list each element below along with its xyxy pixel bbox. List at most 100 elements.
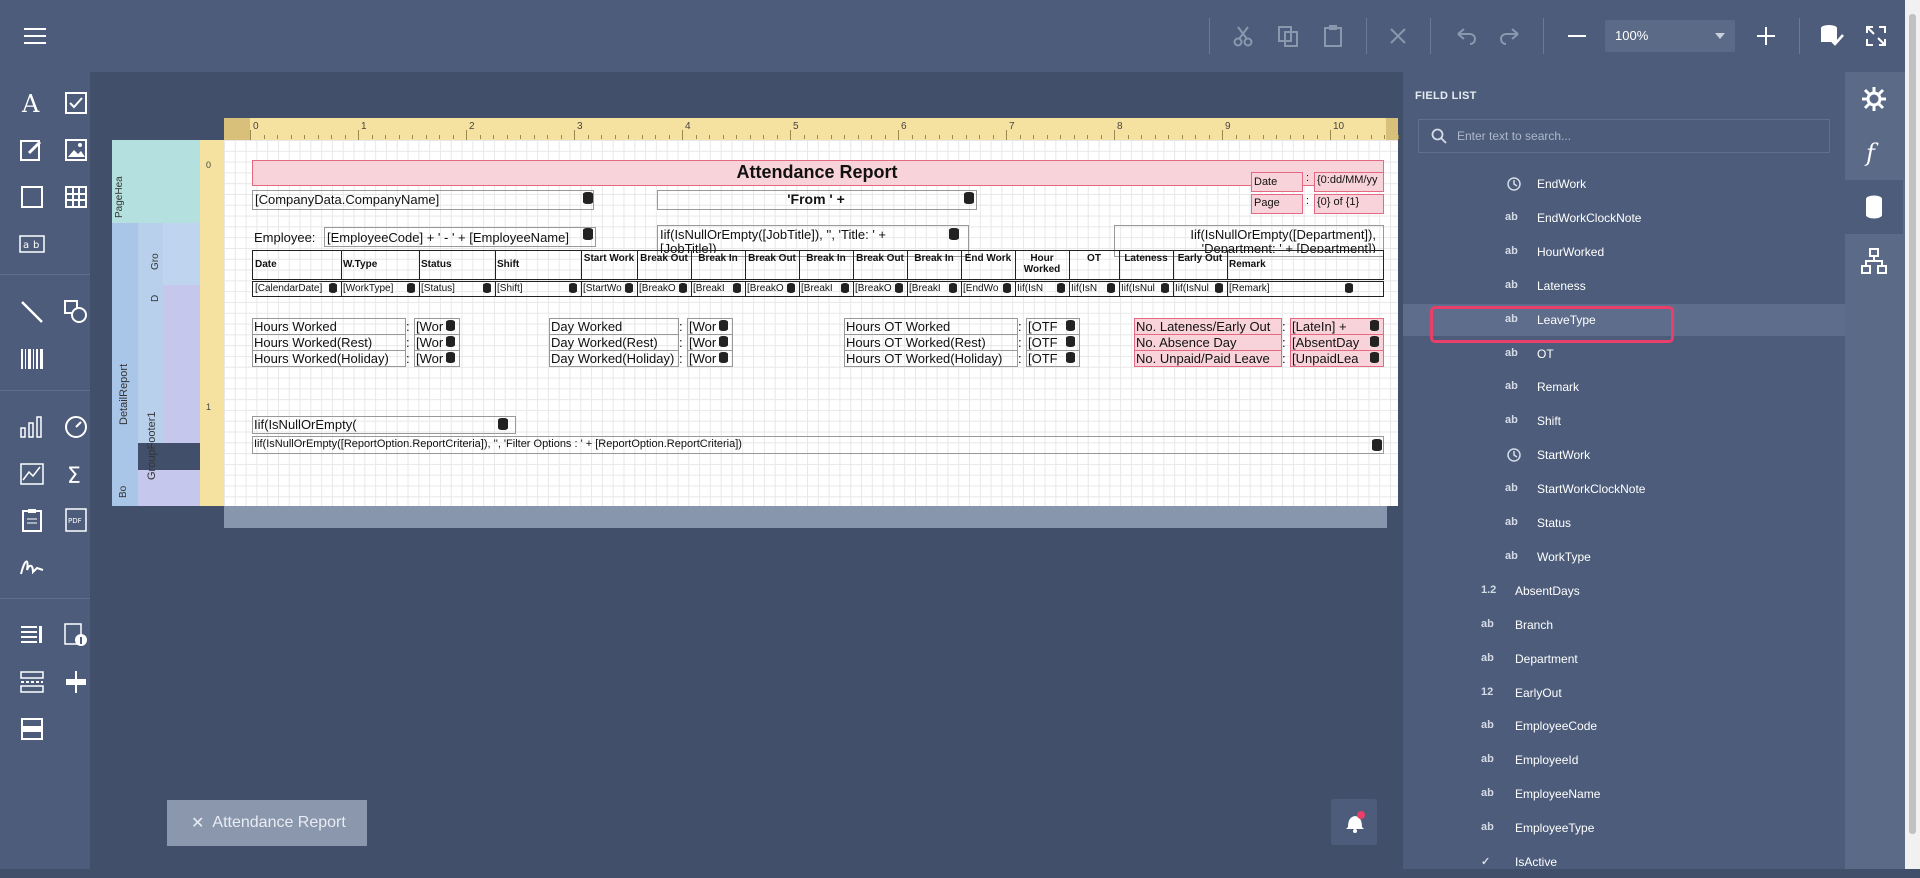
department-expression[interactable]: Iif(IsNullOrEmpty([Department]), <box>1164 227 1376 242</box>
undo-icon[interactable] <box>1448 18 1484 54</box>
field-item[interactable]: ab Branch <box>1403 609 1845 641</box>
detail-cell[interactable]: [WorkType] <box>343 283 407 294</box>
close-icon[interactable]: ✕ <box>191 813 204 833</box>
detail-cell[interactable]: [BreakO <box>639 283 679 294</box>
detail-cell[interactable]: [Status] <box>421 283 483 294</box>
properties-tab-gear-icon[interactable] <box>1845 72 1903 126</box>
column-header[interactable]: Break Out <box>637 253 691 264</box>
detail-cell[interactable]: [EndWo <box>963 283 1003 294</box>
column-header[interactable]: Start Work <box>581 253 637 264</box>
hamburger-menu-icon[interactable] <box>17 18 53 54</box>
field-item[interactable]: ab EmployeeCode <box>1403 710 1845 742</box>
pdf-tool-icon[interactable]: PDF <box>61 505 91 535</box>
field-item[interactable]: ✓ IsActive <box>1403 846 1845 878</box>
toc-tool-icon[interactable] <box>17 620 47 650</box>
validate-bindings-icon[interactable] <box>1814 18 1850 54</box>
column-header[interactable]: Break Out <box>853 253 907 264</box>
scroll-thumb[interactable] <box>1909 14 1916 834</box>
employee-expression[interactable]: [EmployeeCode] + ' - ' + [EmployeeName] <box>327 230 587 245</box>
detail-cell[interactable]: [Shift] <box>497 283 569 294</box>
field-item[interactable]: ab EmployeeId <box>1403 744 1845 776</box>
summary-label[interactable]: No. Unpaid/Paid Leave <box>1136 351 1278 366</box>
page-break-tool-icon[interactable] <box>17 667 47 697</box>
column-header[interactable]: Break Out <box>745 253 799 264</box>
detail-cell[interactable]: [BreakO <box>747 283 787 294</box>
report-explorer-tab-tree-icon[interactable] <box>1845 234 1903 288</box>
field-search-input[interactable]: Enter text to search... <box>1418 119 1830 153</box>
page-value[interactable]: {0} of {1} <box>1317 196 1359 208</box>
detail-cell[interactable]: [BreakI <box>909 283 949 294</box>
column-header[interactable]: Break In <box>799 253 853 264</box>
zoom-out-icon[interactable] <box>1559 18 1595 54</box>
picture-tool-icon[interactable] <box>61 135 91 165</box>
subreport-tool-icon[interactable] <box>61 620 91 650</box>
expressions-tab-function-icon[interactable]: f <box>1845 126 1903 180</box>
column-header[interactable]: Remark <box>1227 259 1359 270</box>
fullscreen-icon[interactable] <box>1858 18 1894 54</box>
field-item[interactable]: ab Remark <box>1403 371 1845 403</box>
column-header[interactable]: Date <box>253 259 343 270</box>
summary-label[interactable]: Hours OT Worked(Holiday) <box>846 351 1014 366</box>
column-header[interactable]: Early Out <box>1173 253 1227 264</box>
summary-label[interactable]: No. Absence Day <box>1136 335 1278 350</box>
summary-label[interactable]: Day Worked(Holiday) <box>551 351 675 366</box>
detail-cell[interactable]: [BreakI <box>693 283 733 294</box>
page-info-tool-icon[interactable] <box>17 505 47 535</box>
field-item[interactable]: ab EndWorkClockNote <box>1403 202 1845 234</box>
column-header[interactable]: End Work <box>961 253 1015 264</box>
field-item[interactable]: StartWork <box>1403 439 1845 471</box>
footer-expression-2[interactable]: Iif(IsNullOrEmpty([ReportOption.ReportCr… <box>254 438 742 450</box>
cross-band-box-tool-icon[interactable] <box>17 714 47 744</box>
field-item[interactable]: ab Shift <box>1403 405 1845 437</box>
column-header[interactable]: Break In <box>907 253 961 264</box>
redo-icon[interactable] <box>1492 18 1528 54</box>
document-tab[interactable]: ✕ Attendance Report <box>167 800 367 846</box>
summary-label[interactable]: Hours OT Worked(Rest) <box>846 335 1014 350</box>
field-item[interactable]: ab HourWorked <box>1403 236 1845 268</box>
jobtitle-expression[interactable]: Iif(IsNullOrEmpty([JobTitle]), '', 'Titl… <box>660 227 960 242</box>
detail-cell[interactable]: Iif(IsN <box>1071 283 1107 294</box>
summary-label[interactable]: Hours Worked(Holiday) <box>254 351 402 366</box>
copy-icon[interactable] <box>1270 18 1306 54</box>
summary-label[interactable]: Hours Worked(Rest) <box>254 335 402 350</box>
character-comb-tool-icon[interactable]: ab <box>17 229 47 259</box>
zoom-in-icon[interactable] <box>1748 18 1784 54</box>
detail-cell[interactable]: [CalendarDate] <box>255 283 329 294</box>
paste-icon[interactable] <box>1315 18 1351 54</box>
notifications-bell-icon[interactable] <box>1331 799 1377 845</box>
detail-cell[interactable]: Iif(IsN <box>1017 283 1057 294</box>
horizontal-scrollbar[interactable] <box>224 506 1387 528</box>
field-item[interactable]: ab StartWorkClockNote <box>1403 473 1845 505</box>
detail-cell[interactable]: [StartWo <box>583 283 625 294</box>
field-item[interactable]: EndWork <box>1403 168 1845 200</box>
field-item[interactable]: ab Lateness <box>1403 270 1845 302</box>
detail-cell[interactable]: Iif(IsNul <box>1175 283 1215 294</box>
summary-label[interactable]: Day Worked(Rest) <box>551 335 675 350</box>
summary-label[interactable]: Hours Worked <box>254 319 402 334</box>
column-header[interactable]: Lateness <box>1119 253 1173 264</box>
field-item[interactable]: ab Department <box>1403 643 1845 675</box>
zoom-select[interactable]: 100% <box>1605 20 1735 52</box>
footer-expression-1[interactable]: Iif(IsNullOrEmpty( <box>254 417 357 432</box>
gauge-tool-icon[interactable] <box>61 412 91 442</box>
detail-cell[interactable]: [BreakI <box>801 283 841 294</box>
field-list-tab-database-icon[interactable] <box>1845 180 1903 234</box>
cut-icon[interactable] <box>1225 18 1261 54</box>
field-item[interactable]: ab EmployeeType <box>1403 812 1845 844</box>
field-item[interactable]: ab EmployeeName <box>1403 778 1845 810</box>
column-header[interactable]: OT <box>1069 253 1119 264</box>
field-item[interactable]: 12 EarlyOut <box>1403 677 1845 709</box>
shape-tool-icon[interactable] <box>61 297 91 327</box>
column-header[interactable]: Status <box>419 259 497 270</box>
from-expression[interactable]: 'From ' + <box>657 191 975 207</box>
checkbox-tool-icon[interactable] <box>61 88 91 118</box>
summary-value[interactable]: [AbsentDay <box>1292 335 1380 350</box>
summary-value[interactable]: [LateIn] + <box>1292 319 1380 334</box>
column-header[interactable]: W.Type <box>341 259 421 270</box>
column-header[interactable]: Shift <box>495 259 583 270</box>
sparkline-tool-icon[interactable] <box>17 459 47 489</box>
field-item[interactable]: 1.2 AbsentDays <box>1403 575 1845 607</box>
field-item[interactable]: ab WorkType <box>1403 541 1845 573</box>
detail-cell[interactable]: [BreakO <box>855 283 895 294</box>
summary-label[interactable]: Day Worked <box>551 319 675 334</box>
